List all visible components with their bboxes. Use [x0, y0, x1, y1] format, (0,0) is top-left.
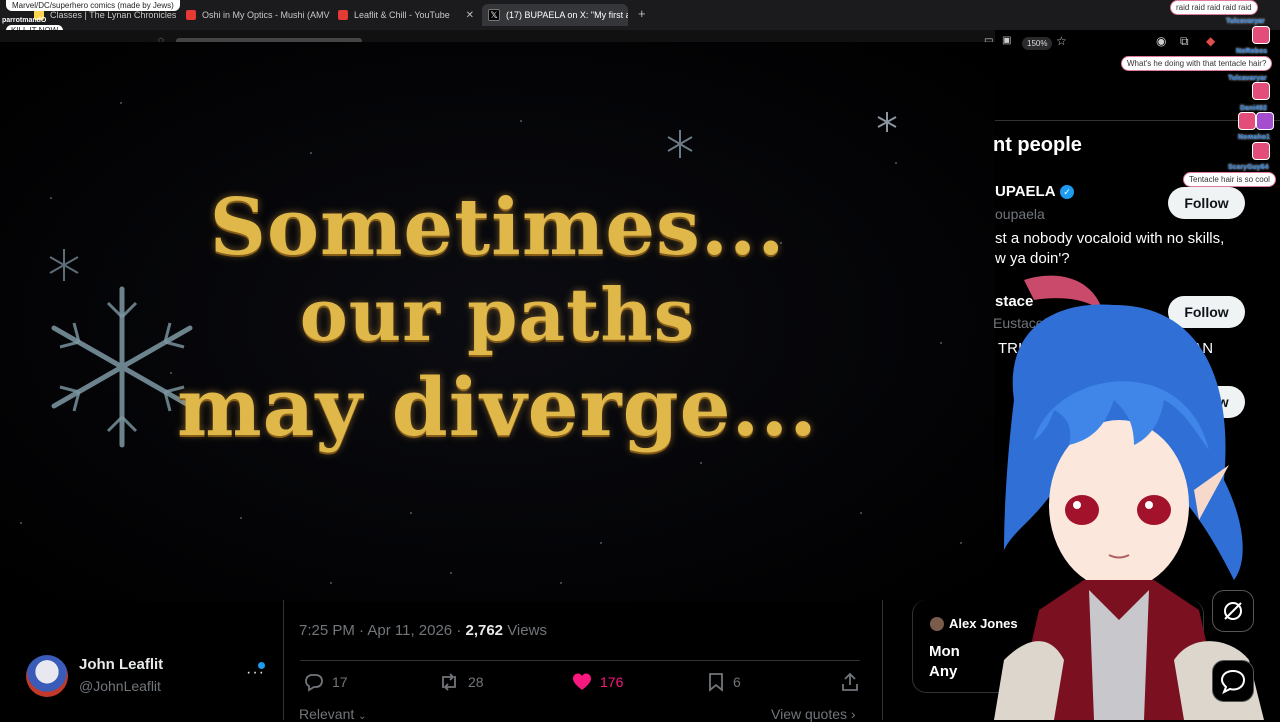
divider — [300, 660, 860, 661]
chat-username: Nomaho1 — [1238, 134, 1270, 141]
reply-count: 17 — [332, 674, 348, 690]
repost-icon — [442, 673, 456, 691]
reply-icon — [305, 674, 323, 692]
follow-button[interactable]: Follow — [1168, 187, 1245, 219]
trend-text: Mon — [929, 643, 960, 660]
chat-avatar — [1252, 142, 1270, 160]
bookmark-count: 6 — [733, 674, 741, 690]
account-name: John Leaflit — [79, 656, 164, 673]
account-handle: @JohnLeaflit — [79, 678, 161, 694]
heart-icon — [573, 673, 591, 690]
tab-label: Leaflit & Chill - YouTube — [354, 10, 450, 20]
browser-tab-active[interactable]: 𝕏 (17) BUPAELA on X: "My first an ✕ — [482, 4, 628, 26]
messages-button[interactable] — [1212, 660, 1254, 702]
section-title: nt people — [993, 134, 1082, 156]
chat-username: NoRobos — [1236, 48, 1268, 55]
chat-username: Tulcavaryar — [1226, 18, 1265, 25]
youtube-icon — [186, 10, 196, 20]
tab-label: Oshi in My Optics - Mushi (AMV — [202, 10, 330, 20]
chat-avatar — [1238, 112, 1256, 130]
notification-dot — [258, 662, 265, 669]
account-name[interactable]: UPAELA ✓ — [995, 183, 1075, 201]
notification-icon[interactable]: ◆ — [1206, 34, 1215, 48]
video-player[interactable]: Sometimes... our paths may diverge... — [0, 42, 995, 602]
snowflake-icon — [667, 130, 693, 158]
new-tab-icon[interactable]: + — [638, 6, 646, 21]
chat-message: raid raid raid raid raid — [1170, 0, 1258, 15]
repost-button[interactable]: 28 — [438, 672, 484, 692]
chat-avatar — [1252, 26, 1270, 44]
extensions-icon[interactable]: ⧉ — [1180, 34, 1189, 49]
post-meta: 7:25 PM · Apr 11, 2026 · 2,762 Views — [299, 622, 547, 639]
post-timestamp: 7:25 PM · Apr 11, 2026 · — [299, 622, 466, 639]
youtube-icon — [338, 10, 348, 20]
video-caption-line: may diverge... — [176, 360, 819, 454]
bookmark-button[interactable]: 6 — [707, 672, 741, 692]
account-bio: st a nobody vocaloid with no skills, — [995, 230, 1225, 247]
profile-icon[interactable]: ◉ — [1156, 34, 1166, 48]
post-views-count: 2,762 — [465, 622, 504, 639]
like-count: 176 — [600, 674, 624, 690]
chat-avatar — [1256, 112, 1274, 130]
divider — [283, 600, 284, 720]
bookmark-icon — [709, 673, 723, 692]
divider — [882, 600, 883, 720]
tab-label: Classes | The Lynan Chronicles | — [50, 10, 178, 20]
tab-close-icon[interactable]: ✕ — [466, 10, 474, 21]
chevron-down-icon: ⌄ — [358, 711, 367, 722]
chat-message: Tentacle hair is so cool — [1183, 172, 1276, 187]
video-caption-line: our paths — [299, 272, 696, 357]
share-icon — [842, 672, 858, 691]
like-button[interactable]: 176 — [572, 672, 623, 692]
tab-label: (17) BUPAELA on X: "My first an — [506, 10, 628, 20]
avatar[interactable] — [26, 655, 68, 697]
chat-banner: Marvel/DC/superhero comics (made by Jews… — [6, 0, 180, 11]
vtuber-avatar — [994, 275, 1264, 720]
x-logo-icon: 𝕏 — [488, 9, 500, 21]
verified-badge-icon: ✓ — [1060, 184, 1075, 199]
browser-tab[interactable]: Leaflit & Chill - YouTube ✕ — [332, 4, 480, 26]
share-button[interactable] — [841, 672, 859, 692]
post-views-label: Views — [503, 622, 547, 639]
repost-count: 28 — [468, 674, 484, 690]
reply-button[interactable]: 17 — [304, 672, 348, 692]
chat-username: Tulcavaryar — [1228, 75, 1267, 82]
account-handle: oupaela — [995, 206, 1045, 222]
chat-bubble-icon — [1220, 669, 1246, 694]
grok-button[interactable] — [1212, 590, 1254, 632]
screenshot-icon[interactable]: ▣ — [1002, 35, 1011, 46]
avatar — [930, 617, 944, 631]
zoom-level[interactable]: 150% — [1022, 37, 1053, 50]
browser-tab[interactable]: Oshi in My Optics - Mushi (AMV ✕ — [180, 4, 330, 26]
chat-username: ScaryGuy64 — [1228, 164, 1269, 171]
chat-message: What's he doing with that tentacle hair? — [1121, 56, 1273, 71]
chat-username: parrotmandO — [2, 17, 47, 24]
trend-text: Any — [929, 663, 958, 680]
grok-icon — [1224, 602, 1242, 620]
snowflake-icon — [877, 112, 897, 132]
chat-avatar — [1252, 82, 1270, 100]
chat-username: Dani492 — [1240, 105, 1267, 112]
bookmark-star-icon[interactable]: ☆ — [1056, 34, 1067, 48]
video-caption-line: Sometimes... — [209, 182, 786, 273]
